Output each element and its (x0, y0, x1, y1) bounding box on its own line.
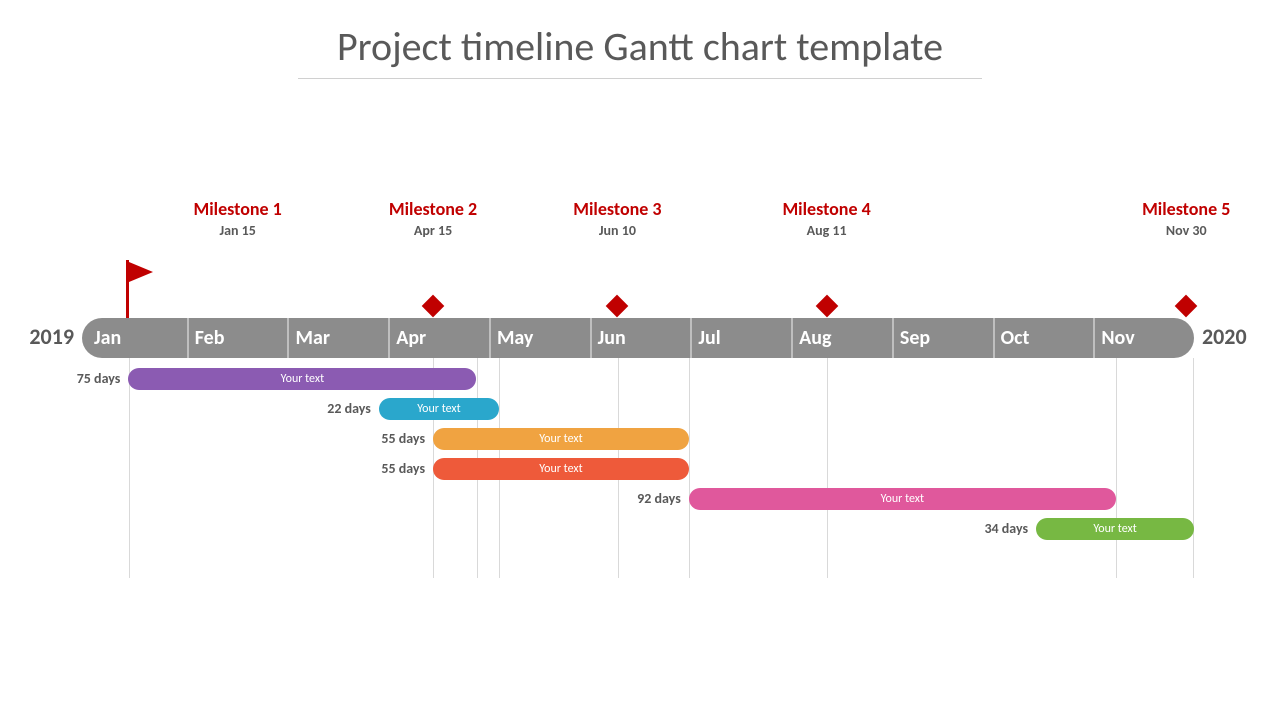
month-label: Mar (287, 318, 388, 358)
title-divider (298, 78, 982, 79)
month-label: Jun (590, 318, 691, 358)
task-duration: 92 days (637, 490, 681, 507)
month-label: Jul (690, 318, 791, 358)
task-bar: Your text (379, 398, 499, 420)
milestone-date: Jan 15 (194, 222, 282, 239)
axis-year-end: 2020 (1202, 323, 1247, 350)
task-duration: 22 days (327, 400, 371, 417)
task-bar: Your text (433, 458, 689, 480)
milestone-title: Milestone 1 (194, 198, 282, 220)
month-label: Nov (1093, 318, 1194, 358)
task-duration: 75 days (77, 370, 121, 387)
milestone-date: Jun 10 (573, 222, 661, 239)
task-row: 75 daysYour text (82, 368, 1194, 390)
month-label: Aug (791, 318, 892, 358)
month-label: May (489, 318, 590, 358)
milestone-date: Aug 11 (782, 222, 870, 239)
milestone-title: Milestone 4 (782, 198, 870, 220)
task-row: 34 days Your text (82, 518, 1194, 540)
month-label: Sep (892, 318, 993, 358)
milestone: Milestone 2 Apr 15 (389, 198, 477, 239)
milestone-title: Milestone 3 (573, 198, 661, 220)
milestone: Milestone 4 Aug 11 (782, 198, 870, 239)
timeline-axis: JanFebMarAprMayJunJulAugSepOctNov (82, 318, 1194, 358)
task-row: 22 days Your text (82, 398, 1194, 420)
milestone-date: Nov 30 (1142, 222, 1230, 239)
task-duration: 55 days (381, 460, 425, 477)
milestone-labels: Milestone 1Jan 15Milestone 2Apr 15Milest… (82, 198, 1194, 318)
task-row: 55 days Your text (82, 428, 1194, 450)
milestone-title: Milestone 2 (389, 198, 477, 220)
month-label: Jan (82, 318, 187, 358)
milestone-title: Milestone 5 (1142, 198, 1230, 220)
milestone-date: Apr 15 (389, 222, 477, 239)
month-label: Apr (388, 318, 489, 358)
gantt-chart: 2019 2020 Milestone 1Jan 15Milestone 2Ap… (82, 318, 1194, 618)
task-row: 92 days Your text (82, 488, 1194, 510)
task-bar: Your text (689, 488, 1116, 510)
task-bar: Your text (1036, 518, 1194, 540)
page-title: Project timeline Gantt chart template (0, 22, 1280, 71)
milestone: Milestone 5 Nov 30 (1142, 198, 1230, 239)
task-bar: Your text (128, 368, 476, 390)
month-label: Feb (187, 318, 288, 358)
axis-year-start: 2019 (29, 323, 74, 350)
task-row: 55 days Your text (82, 458, 1194, 480)
month-label: Oct (993, 318, 1094, 358)
slide: Project timeline Gantt chart template 20… (0, 0, 1280, 720)
task-duration: 55 days (381, 430, 425, 447)
task-duration: 34 days (984, 520, 1028, 537)
milestone: Milestone 3 Jun 10 (573, 198, 661, 239)
milestone: Milestone 1 Jan 15 (194, 198, 282, 239)
task-bar: Your text (433, 428, 689, 450)
